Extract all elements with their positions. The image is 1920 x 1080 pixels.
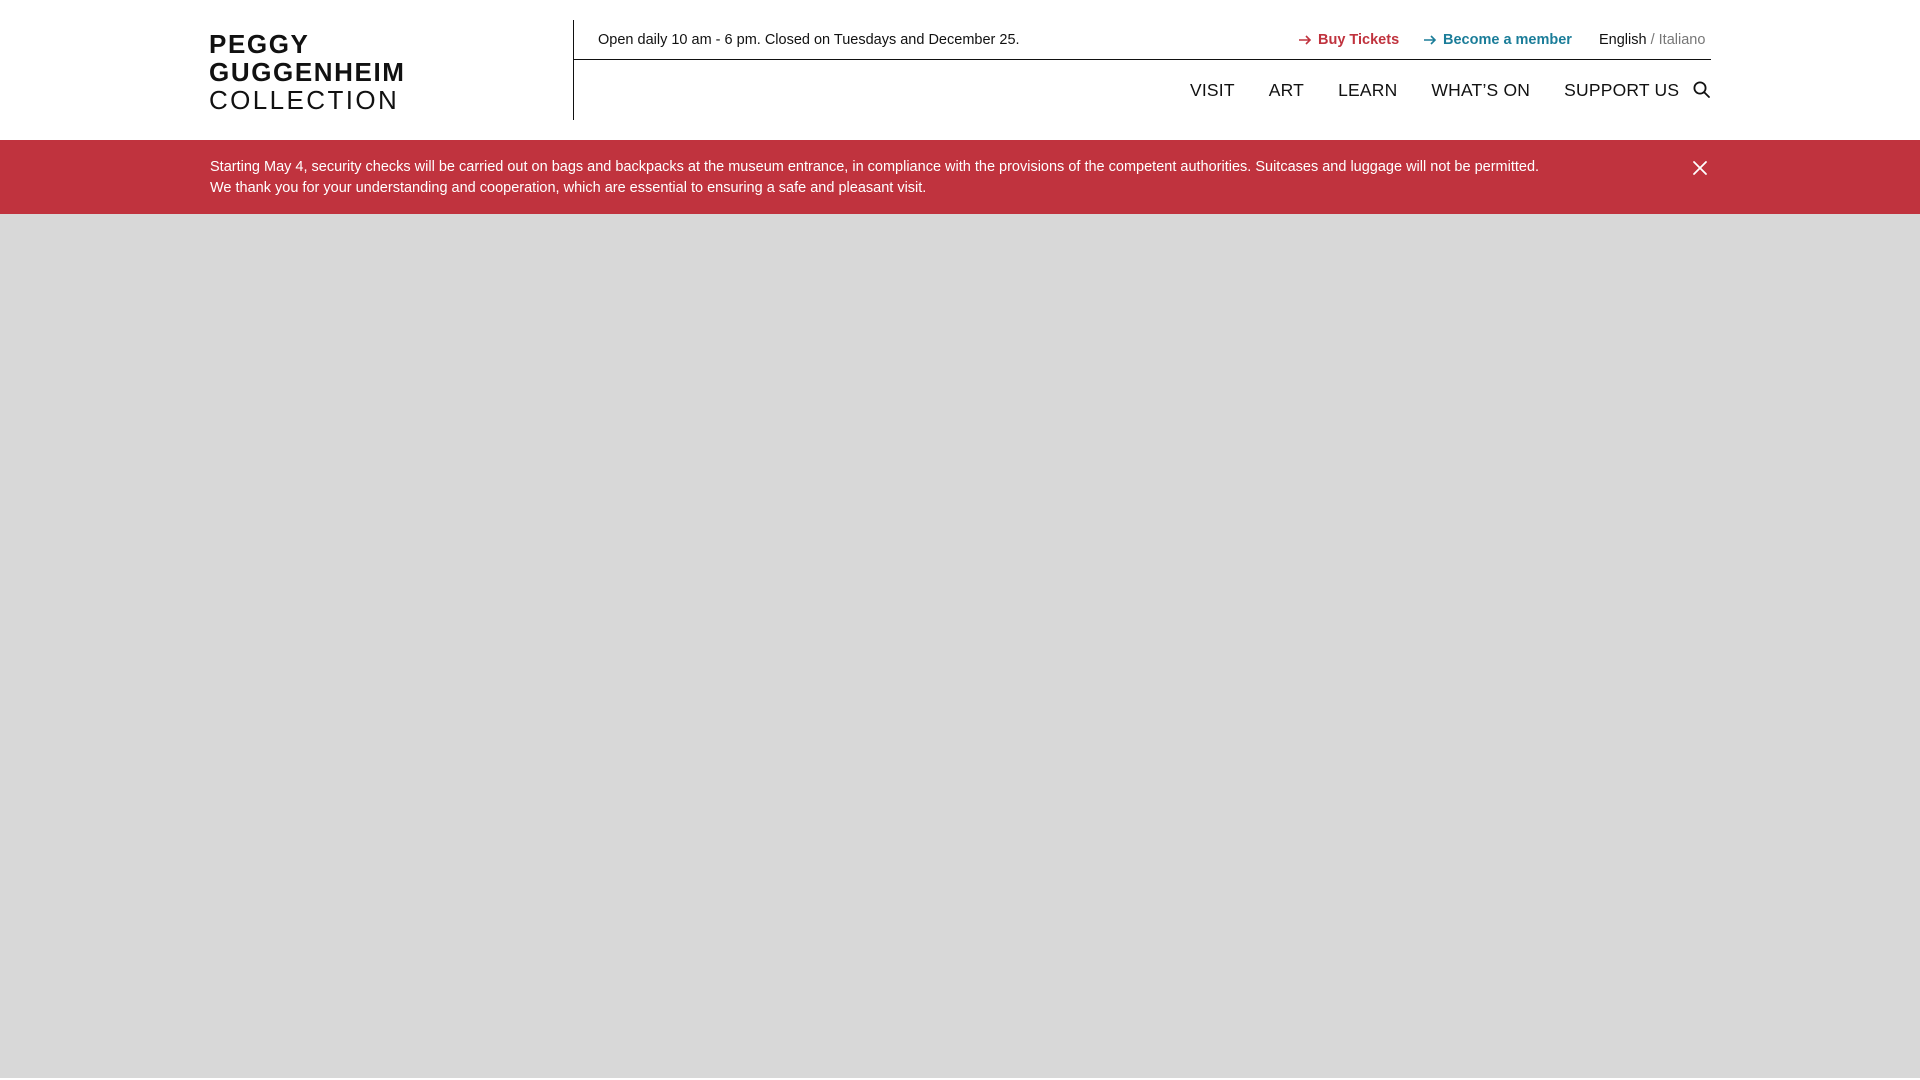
close-icon	[1693, 161, 1707, 175]
nav-item-support-us[interactable]: SUPPORT US	[1564, 80, 1679, 100]
nav-item-visit[interactable]: VISIT	[1190, 80, 1235, 100]
lang-english-link[interactable]: English	[1599, 32, 1647, 48]
nav-item-learn[interactable]: LEARN	[1338, 80, 1397, 100]
security-alert-banner: Starting May 4, security checks will be …	[0, 140, 1920, 214]
logo-line-collection: COLLECTION	[209, 85, 400, 115]
alert-line-1: Starting May 4, security checks will be …	[210, 159, 1540, 175]
logo-line-peggy: PEGGY	[209, 29, 310, 59]
logo-line-guggenheim: GUGGENHEIM	[209, 57, 406, 87]
buy-tickets-link[interactable]: Buy Tickets	[1298, 31, 1399, 49]
buy-tickets-label: Buy Tickets	[1318, 32, 1400, 48]
arrow-right-icon	[1424, 35, 1437, 45]
opening-hours: Open daily 10 am - 6 pm. Closed on Tuesd…	[598, 32, 1020, 48]
alert-message: Starting May 4, security checks will be …	[210, 157, 1630, 199]
alert-close-button[interactable]	[1691, 159, 1709, 177]
site-logo[interactable]: PEGGY GUGGENHEIM COLLECTION	[209, 30, 424, 114]
lang-italiano-link[interactable]: Italiano	[1659, 32, 1706, 48]
search-icon	[1693, 81, 1710, 98]
alert-line-2: We thank you for your understanding and …	[210, 180, 927, 196]
hero-image-placeholder	[0, 214, 1920, 1078]
site-header: PEGGY GUGGENHEIM COLLECTION Open daily 1…	[0, 0, 1920, 140]
main-nav: VISIT ART LEARN WHAT’S ON SUPPORT US	[1190, 80, 1679, 100]
become-member-link[interactable]: Become a member	[1423, 31, 1572, 49]
lang-separator: /	[1650, 32, 1655, 48]
arrow-right-icon	[1299, 35, 1312, 45]
nav-item-art[interactable]: ART	[1269, 80, 1304, 100]
topbar-horizontal-rule	[574, 59, 1711, 60]
language-switcher: English / Italiano	[1599, 31, 1705, 49]
nav-item-whats-on[interactable]: WHAT’S ON	[1431, 80, 1530, 100]
header-vertical-divider	[573, 20, 574, 120]
search-button[interactable]	[1692, 80, 1712, 100]
become-member-label: Become a member	[1443, 32, 1572, 48]
